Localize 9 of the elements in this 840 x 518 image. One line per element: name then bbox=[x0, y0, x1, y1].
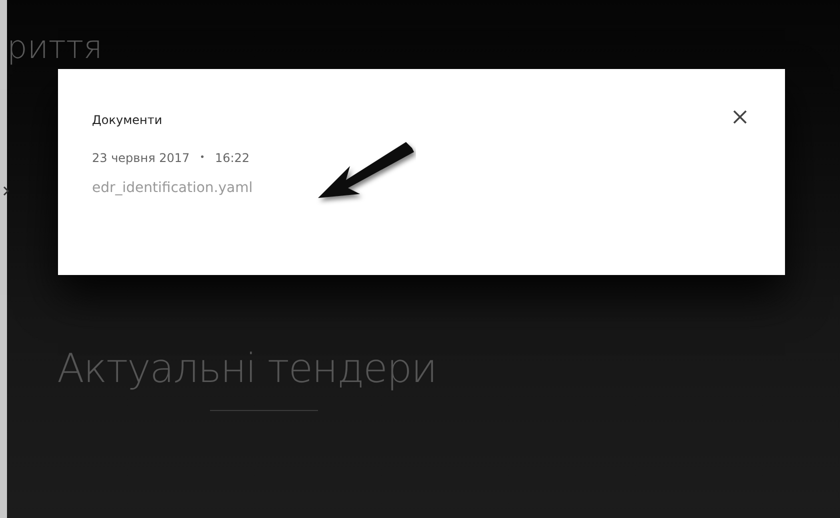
separator-dot: • bbox=[200, 152, 205, 165]
chevron-icon bbox=[3, 186, 9, 196]
dialog-title: Документи bbox=[92, 113, 162, 127]
section-heading: Актуальні тендери bbox=[57, 345, 437, 394]
document-date: 23 червня 2017 bbox=[92, 151, 190, 166]
page-title: риття bbox=[7, 28, 102, 66]
document-time: 16:22 bbox=[214, 151, 250, 166]
file-link[interactable]: edr_identification.yaml bbox=[92, 180, 253, 196]
close-icon[interactable] bbox=[733, 110, 747, 124]
